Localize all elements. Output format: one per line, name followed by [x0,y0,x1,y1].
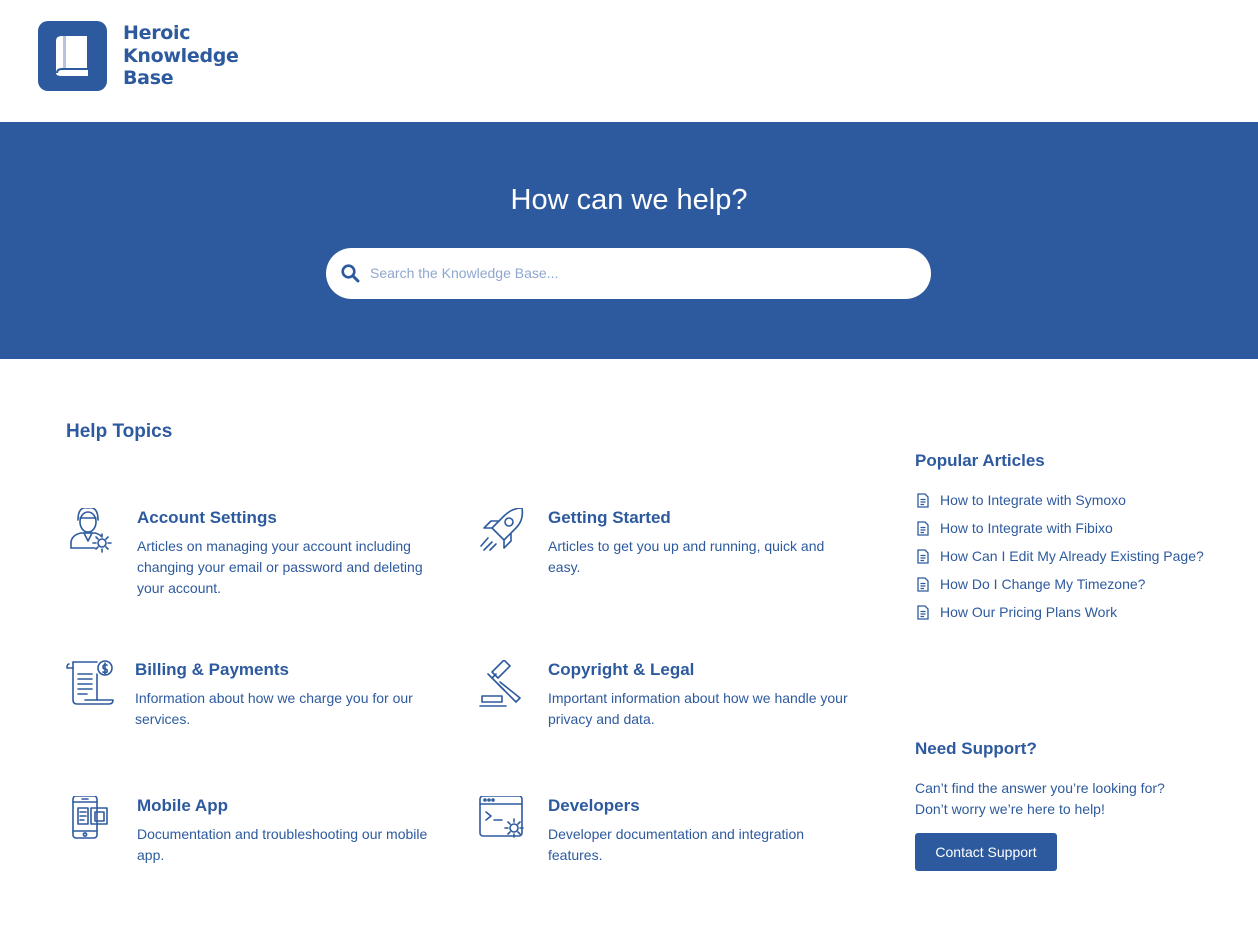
code-window-icon [478,795,530,848]
document-icon [917,549,929,564]
list-item[interactable]: How to Integrate with Symoxo [915,490,1215,511]
article-link[interactable]: How Do I Change My Timezone? [940,576,1145,592]
article-link[interactable]: How to Integrate with Symoxo [940,492,1126,508]
document-icon [917,493,929,508]
document-icon [917,605,929,620]
document-icon [917,521,929,536]
popular-articles-title: Popular Articles [915,451,1045,470]
topic-title[interactable]: Copyright & Legal [548,660,694,680]
hero-title: How can we help? [510,184,748,216]
book-icon [38,21,107,91]
site-name-line: Heroic [123,22,191,45]
topic-title[interactable]: Mobile App [137,796,228,816]
topic-title[interactable]: Billing & Payments [135,660,289,680]
help-topics-title: Help Topics [66,421,173,442]
article-link[interactable]: How to Integrate with Fibixo [940,520,1113,536]
list-item[interactable]: How Do I Change My Timezone? [915,574,1215,595]
site-name: Heroic Knowledge Base [123,22,239,90]
site-name-line: Base [123,67,174,90]
support-text: Can’t find the answer you’re looking for… [915,780,1165,817]
invoice-icon [65,660,117,712]
topic-description: Information about how we charge you for … [135,690,413,727]
list-item[interactable]: How to Integrate with Fibixo [915,518,1215,539]
contact-support-button[interactable]: Contact Support [915,833,1057,871]
popular-articles-list: How to Integrate with Symoxo How to Inte… [915,490,1215,630]
site-name-line: Knowledge [123,44,239,67]
topic-description: Articles on managing your account includ… [137,538,423,596]
topic-title[interactable]: Account Settings [137,508,277,528]
rocket-icon [478,507,530,560]
list-item[interactable]: How Can I Edit My Already Existing Page? [915,546,1215,567]
site-header: Heroic Knowledge Base [0,0,1258,122]
user-gear-icon [67,506,119,560]
support-title: Need Support? [915,739,1037,758]
mobile-icon [67,795,119,848]
topic-description: Important information about how we handl… [548,690,848,727]
topic-title[interactable]: Getting Started [548,508,671,528]
topic-description: Documentation and troubleshooting our mo… [137,826,428,863]
topic-description: Articles to get you up and running, quic… [548,538,825,575]
gavel-icon [478,659,530,712]
list-item[interactable]: How Our Pricing Plans Work [915,602,1215,623]
article-link[interactable]: How Our Pricing Plans Work [940,604,1117,620]
search-input[interactable] [370,260,910,286]
search-bar[interactable] [326,248,931,299]
site-logo[interactable]: Heroic Knowledge Base [38,21,239,91]
topic-description: Developer documentation and integration … [548,826,805,863]
document-icon [917,577,929,592]
article-link[interactable]: How Can I Edit My Already Existing Page? [940,548,1204,564]
search-icon[interactable] [341,264,360,288]
hero-banner: How can we help? [0,122,1258,359]
topic-title[interactable]: Developers [548,796,640,816]
